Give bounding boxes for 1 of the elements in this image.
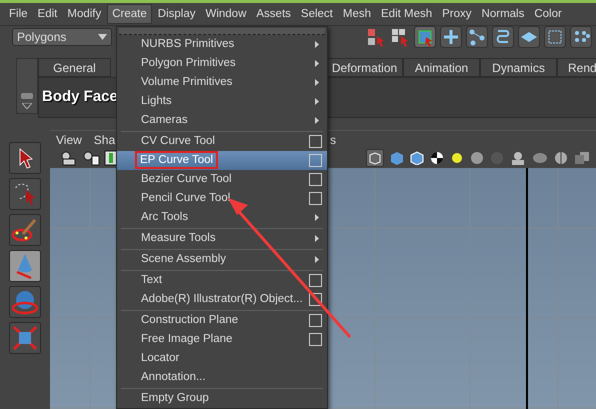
shelf-label: Body Face <box>42 87 118 108</box>
